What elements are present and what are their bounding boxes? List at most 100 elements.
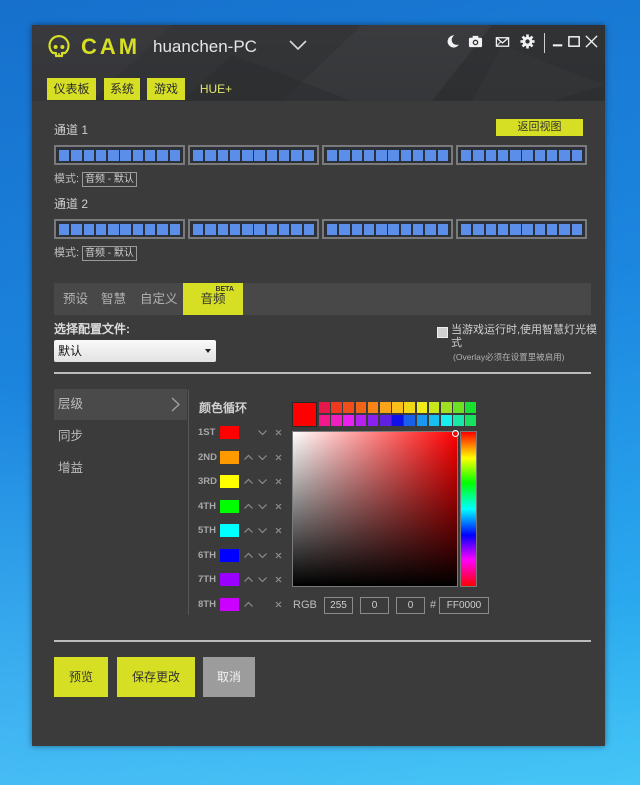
move-up-icon[interactable] [244, 600, 253, 609]
nav-tab-dashboard[interactable]: 仪表板 [47, 78, 96, 100]
preset-color-swatch[interactable] [465, 415, 476, 426]
preset-color-swatch[interactable] [453, 415, 464, 426]
saturation-brightness-area[interactable] [292, 430, 459, 587]
save-changes-button[interactable]: 保存更改 [117, 657, 195, 697]
remove-icon[interactable] [274, 453, 283, 462]
move-down-icon[interactable] [258, 453, 267, 462]
move-down-icon[interactable] [258, 526, 267, 535]
gear-icon[interactable] [520, 34, 535, 49]
blue-input[interactable]: 0 [396, 597, 425, 614]
preset-color-swatch[interactable] [453, 402, 464, 413]
chevron-down-icon[interactable] [289, 39, 307, 51]
mail-icon[interactable] [495, 34, 510, 49]
hue-slider[interactable] [460, 431, 477, 587]
preset-color-swatch[interactable] [331, 402, 342, 413]
led [229, 149, 241, 161]
move-down-icon[interactable] [258, 428, 267, 437]
preset-color-swatch[interactable] [416, 402, 428, 413]
preset-color-swatch[interactable] [343, 402, 354, 413]
maximize-icon[interactable] [567, 34, 582, 49]
led-strip[interactable] [322, 145, 453, 165]
led-strip[interactable] [456, 145, 587, 165]
camera-icon[interactable] [468, 34, 483, 49]
tab-audio[interactable]: 音频 BETA [183, 283, 243, 315]
channel-mode-value[interactable]: 音频 - 默认 [82, 172, 137, 187]
nav-tab-games[interactable]: 游戏 [147, 78, 185, 100]
tab-preset[interactable]: 预设 [63, 283, 88, 315]
remove-icon[interactable] [274, 600, 283, 609]
led-strip[interactable] [456, 219, 587, 239]
move-up-icon[interactable] [244, 551, 253, 560]
green-input[interactable]: 0 [360, 597, 389, 614]
preset-color-swatch[interactable] [319, 402, 330, 413]
led-strip[interactable] [188, 145, 319, 165]
nav-tab-hue-plus[interactable]: HUE+ [192, 78, 240, 100]
color-cycle-swatch[interactable] [220, 475, 239, 488]
color-cycle-swatch[interactable] [220, 573, 239, 586]
preset-color-swatch[interactable] [428, 402, 440, 413]
color-cycle-swatch[interactable] [220, 524, 239, 537]
preset-color-swatch[interactable] [416, 415, 428, 426]
move-up-icon[interactable] [244, 453, 253, 462]
preset-color-swatch[interactable] [343, 415, 354, 426]
preset-color-swatch[interactable] [428, 415, 440, 426]
move-up-icon[interactable] [244, 526, 253, 535]
led-strip[interactable] [54, 145, 185, 165]
preset-color-swatch[interactable] [367, 415, 379, 426]
hex-input[interactable]: FF0000 [439, 597, 489, 614]
move-up-icon[interactable] [244, 502, 253, 511]
remove-icon[interactable] [274, 477, 283, 486]
minimize-icon[interactable] [551, 34, 566, 49]
remove-icon[interactable] [274, 575, 283, 584]
led-strip[interactable] [322, 219, 453, 239]
remove-icon[interactable] [274, 526, 283, 535]
preset-color-swatch[interactable] [404, 402, 415, 413]
preset-color-swatch[interactable] [380, 415, 391, 426]
remove-icon[interactable] [274, 428, 283, 437]
remove-icon[interactable] [274, 551, 283, 560]
color-cycle-swatch[interactable] [220, 500, 239, 513]
color-cycle-swatch[interactable] [220, 549, 239, 562]
preset-color-swatch[interactable] [319, 415, 330, 426]
remove-icon[interactable] [274, 502, 283, 511]
preset-color-swatch[interactable] [355, 415, 367, 426]
preset-color-swatch[interactable] [392, 415, 403, 426]
smart-lighting-checkbox[interactable] [437, 327, 448, 338]
led-strip[interactable] [188, 219, 319, 239]
move-up-icon[interactable] [244, 477, 253, 486]
back-to-view-button[interactable]: 返回视图 [496, 119, 583, 136]
nav-tab-system[interactable]: 系统 [104, 78, 140, 100]
color-cycle-swatch[interactable] [220, 426, 239, 439]
device-name-dropdown[interactable]: huanchen-PC [153, 34, 257, 60]
preset-color-swatch[interactable] [355, 402, 367, 413]
preview-button[interactable]: 预览 [54, 657, 108, 697]
preset-color-swatch[interactable] [331, 415, 342, 426]
move-down-icon[interactable] [258, 477, 267, 486]
settings-item[interactable]: 层级 [54, 389, 187, 420]
preset-color-swatch[interactable] [367, 402, 379, 413]
led-strip[interactable] [54, 219, 185, 239]
move-down-icon[interactable] [258, 551, 267, 560]
preset-color-swatch[interactable] [392, 402, 403, 413]
channel-mode-value[interactable]: 音频 - 默认 [82, 246, 137, 261]
tab-smart[interactable]: 智慧 [101, 283, 126, 315]
profile-select[interactable]: 默认 [54, 340, 216, 362]
settings-item[interactable]: 同步 [54, 421, 187, 452]
settings-item[interactable]: 增益 [54, 453, 187, 484]
preset-color-swatch[interactable] [441, 402, 452, 413]
color-cycle-swatch[interactable] [220, 451, 239, 464]
tab-custom[interactable]: 自定义 [140, 283, 178, 315]
color-picker-marker[interactable] [452, 430, 459, 437]
move-down-icon[interactable] [258, 502, 267, 511]
preset-color-swatch[interactable] [404, 415, 415, 426]
moon-icon[interactable] [445, 34, 460, 49]
preset-color-swatch[interactable] [465, 402, 476, 413]
close-icon[interactable] [584, 34, 599, 49]
preset-color-swatch[interactable] [441, 415, 452, 426]
color-cycle-swatch[interactable] [220, 598, 239, 611]
preset-color-swatch[interactable] [380, 402, 391, 413]
move-up-icon[interactable] [244, 575, 253, 584]
move-down-icon[interactable] [258, 575, 267, 584]
cancel-button[interactable]: 取消 [203, 657, 255, 697]
red-input[interactable]: 255 [324, 597, 353, 614]
